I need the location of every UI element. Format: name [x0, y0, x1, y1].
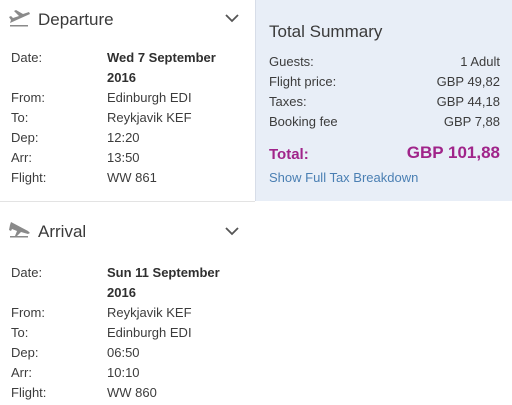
chevron-down-icon[interactable]: [224, 226, 240, 236]
summary-label: Guests:: [269, 54, 314, 69]
arrival-title: Arrival: [38, 222, 87, 241]
detail-row: Dep: 06:50: [0, 345, 255, 365]
detail-label: Flight:: [11, 170, 47, 185]
departure-title: Departure: [38, 10, 114, 29]
detail-value: 13:50: [107, 150, 140, 165]
summary-value: GBP 49,82: [436, 74, 500, 89]
detail-value: 2016: [107, 285, 136, 300]
total-row: Total: GBP 101,88: [269, 143, 500, 167]
detail-value: 10:10: [107, 365, 140, 380]
detail-row: From: Reykjavik KEF: [0, 305, 255, 325]
tax-breakdown-link[interactable]: Show Full Tax Breakdown: [269, 170, 418, 185]
detail-label: Date:: [11, 265, 43, 280]
detail-row: From: Edinburgh EDI: [0, 90, 255, 110]
summary-row: Flight price: GBP 49,82: [269, 74, 500, 92]
detail-label: From:: [11, 90, 45, 105]
detail-row: Arr: 10:10: [0, 365, 255, 385]
detail-label: Dep:: [11, 345, 39, 360]
detail-value: Reykjavik KEF: [107, 305, 192, 320]
plane-landing-icon: [9, 222, 30, 238]
summary-row: Guests: 1 Adult: [269, 54, 500, 72]
detail-label: Arr:: [11, 365, 32, 380]
detail-value: 2016: [107, 70, 136, 85]
detail-label: Flight:: [11, 385, 47, 400]
detail-row: Flight: WW 860: [0, 385, 255, 405]
detail-label: To:: [11, 110, 29, 125]
plane-takeoff-icon: [9, 10, 30, 27]
detail-row: To: Reykjavik KEF: [0, 110, 255, 130]
total-label: Total:: [269, 146, 309, 163]
summary-row: Booking fee GBP 7,88: [269, 114, 500, 132]
detail-value: WW 860: [107, 385, 157, 400]
detail-value: Sun 11 September: [107, 265, 220, 280]
total-value: GBP 101,88: [406, 143, 500, 162]
arrival-header[interactable]: Arrival: [0, 216, 255, 246]
detail-value: Edinburgh EDI: [107, 325, 192, 340]
total-summary-panel: Total Summary Guests: 1 Adult Flight price…: [255, 0, 512, 201]
detail-label: Date:: [11, 50, 43, 65]
summary-label: Booking fee: [269, 114, 338, 129]
detail-value: 12:20: [107, 130, 140, 145]
detail-row: Dep: 12:20: [0, 130, 255, 150]
summary-value: GBP 7,88: [443, 114, 500, 129]
detail-row: To: Edinburgh EDI: [0, 325, 255, 345]
detail-label: Dep:: [11, 130, 39, 145]
summary-label: Flight price:: [269, 74, 337, 89]
detail-row: Date: Wed 7 September: [0, 50, 255, 70]
summary-value: 1 Adult: [460, 54, 500, 69]
detail-label: To:: [11, 325, 29, 340]
chevron-down-icon[interactable]: [224, 13, 240, 23]
detail-row: 2016: [0, 285, 255, 305]
summary-row: Taxes: GBP 44,18: [269, 94, 500, 112]
arrival-section: Arrival Date: Sun 11 September 2016 From: Re…: [0, 202, 255, 403]
summary-label: Taxes:: [269, 94, 307, 109]
departure-header[interactable]: Departure: [0, 6, 255, 36]
detail-row: 2016: [0, 70, 255, 90]
detail-value: WW 861: [107, 170, 157, 185]
detail-value: 06:50: [107, 345, 140, 360]
detail-label: Arr:: [11, 150, 32, 165]
detail-value: Edinburgh EDI: [107, 90, 192, 105]
summary-value: GBP 44,18: [436, 94, 500, 109]
detail-value: Wed 7 September: [107, 50, 216, 65]
detail-row: Date: Sun 11 September: [0, 265, 255, 285]
detail-row: Arr: 13:50: [0, 150, 255, 170]
detail-label: From:: [11, 305, 45, 320]
departure-section: Departure Date: Wed 7 September 2016 From: E…: [0, 0, 255, 201]
detail-row: Flight: WW 861: [0, 170, 255, 190]
summary-title: Total Summary: [269, 22, 383, 41]
detail-value: Reykjavik KEF: [107, 110, 192, 125]
